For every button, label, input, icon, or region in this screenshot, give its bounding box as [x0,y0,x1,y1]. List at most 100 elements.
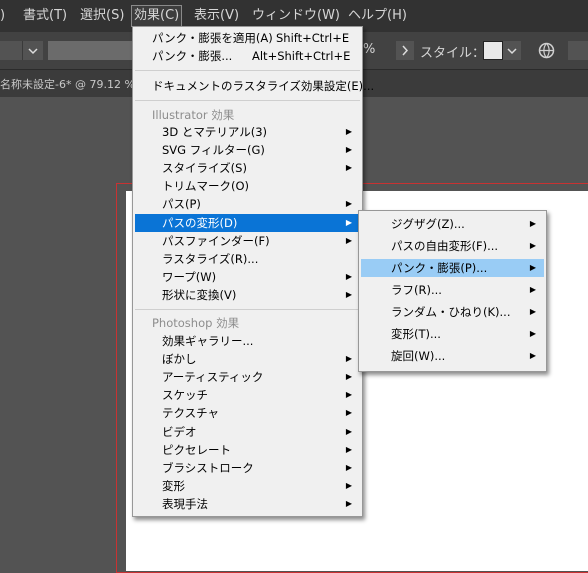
globe-icon[interactable] [538,42,555,59]
shortcut: Alt+Shift+Ctrl+E [252,49,351,63]
menu-separator [135,309,360,310]
menu-item-illustrator-2[interactable]: スタイライズ(S) ▶ [135,159,360,177]
submenu-item-1[interactable]: パスの自由変形(F)... ▶ [361,237,544,255]
menu-window[interactable]: ウィンドウ(W) [250,6,342,26]
submenu-arrow-icon: ▶ [345,199,352,209]
menu-view[interactable]: 表示(V) [192,6,241,26]
menu-item-label: SVG フィルター(G) [162,143,265,158]
submenu-arrow-icon: ▶ [529,329,536,338]
menu-item-label: アーティスティック [162,370,264,385]
menu-help[interactable]: ヘルプ(H) [346,6,409,26]
submenu-arrow-icon: ▶ [345,354,352,364]
menu-item-photoshop-6[interactable]: ピクセレート ▶ [135,441,360,459]
menu-item-photoshop-0[interactable]: 効果ギャラリー... [135,332,360,350]
variable-width-field[interactable] [48,41,132,60]
menu-item-photoshop-2[interactable]: アーティスティック ▶ [135,368,360,386]
stroke-dropdown[interactable] [22,41,43,60]
menu-item-apply-last[interactable]: パンク・膨張を適用(A) Shift+Ctrl+E [135,29,360,47]
submenu-arrow-icon: ▶ [345,145,352,155]
menu-item-label: パンク・膨張(P)... [391,261,488,275]
submenu-arrow-icon: ▶ [529,351,536,360]
document-tab[interactable]: 名称未設定-6* @ 79.12 % [0,76,135,92]
submenu-arrow-icon: ▶ [529,307,536,316]
menu-item-label: パスの自由変形(F)... [391,239,499,253]
menu-effect[interactable]: 効果(C) [131,5,183,27]
menu-item-illustrator-1[interactable]: SVG フィルター(G) ▶ [135,141,360,159]
submenu-item-6[interactable]: 旋回(W)... ▶ [361,347,544,365]
menu-item-illustrator-3[interactable]: トリムマーク(O) [135,177,360,195]
menu-item-label: ラスタライズ(R)... [162,251,259,266]
submenu-arrow-icon: ▶ [345,163,352,173]
chevron-right-icon [402,45,409,56]
chevron-down-icon [28,48,38,55]
menu-type[interactable]: 書式(T) [21,6,69,26]
menu-item-label: 変形 [162,478,185,493]
opacity-arrow-button[interactable] [396,41,414,60]
submenu-arrow-icon: ▶ [345,426,352,436]
style-swatch[interactable] [483,41,503,60]
menu-partial[interactable]: ) [0,6,7,26]
submenu-arrow-icon: ▶ [345,235,352,245]
submenu-item-5[interactable]: 変形(T)... ▶ [361,325,544,343]
menu-item-illustrator-5[interactable]: パスの変形(D) ▶ [135,213,360,232]
submenu-arrow-icon: ▶ [345,289,352,299]
menu-item-photoshop-3[interactable]: スケッチ ▶ [135,386,360,404]
menu-item-label: ピクセレート [162,442,231,457]
submenu-arrow-icon: ▶ [345,462,352,472]
menu-item-label: テクスチャ [162,406,220,421]
menu-item-label: 旋回(W)... [391,349,446,363]
submenu-arrow-icon: ▶ [529,263,536,272]
menu-item-label: ジグザグ(Z)... [391,217,465,231]
submenu-arrow-icon: ▶ [345,498,352,508]
submenu-item-3[interactable]: ラフ(R)... ▶ [361,281,544,299]
distort-transform-submenu: ジグザグ(Z)... ▶ パスの自由変形(F)... ▶ パンク・膨張(P)... ▶ ラフ… [358,210,547,372]
menu-item-photoshop-5[interactable]: ビデオ ▶ [135,423,360,441]
menu-item-illustrator-0[interactable]: 3D とマテリアル(3) ▶ [135,123,360,141]
menu-item-photoshop-9[interactable]: 表現手法 ▶ [135,495,360,513]
style-dropdown[interactable] [503,41,521,60]
menu-item-illustrator-4[interactable]: パス(P) ▶ [135,195,360,213]
submenu-arrow-icon: ▶ [345,127,352,136]
menu-item-photoshop-8[interactable]: 変形 ▶ [135,477,360,495]
submenu-arrow-icon: ▶ [345,271,352,281]
illustrator-effects-section: Illustrator 効果 [152,108,235,122]
menu-item-label: スタイライズ(S) [162,161,247,176]
submenu-item-0[interactable]: ジグザグ(Z)... ▶ [361,215,544,233]
menu-item-label: トリムマーク(O) [162,179,250,194]
transform-field[interactable] [568,41,588,60]
menu-item-illustrator-6[interactable]: パスファインダー(F) ▶ [135,232,360,250]
menu-item-photoshop-4[interactable]: テクスチャ ▶ [135,404,360,422]
submenu-arrow-icon: ▶ [345,480,352,490]
menu-item-label: パスの変形(D) [162,215,238,230]
menu-item-illustrator-8[interactable]: ワープ(W) ▶ [135,268,360,286]
menu-item-photoshop-1[interactable]: ぼかし ▶ [135,350,360,368]
menu-separator [135,70,360,71]
opacity-percent: % [363,42,376,57]
menu-item-label: ラフ(R)... [391,283,442,297]
menu-item-label: 変形(T)... [391,327,441,341]
submenu-item-2[interactable]: パンク・膨張(P)... ▶ [361,259,544,277]
submenu-arrow-icon: ▶ [345,444,352,454]
menu-item-illustrator-9[interactable]: 形状に変換(V) ▶ [135,286,360,304]
submenu-arrow-icon: ▶ [345,372,352,382]
menu-item-label: ワープ(W) [162,269,217,284]
photoshop-effects-section: Photoshop 効果 [152,316,240,330]
menu-item-label: 形状に変換(V) [162,287,237,302]
submenu-item-4[interactable]: ランダム・ひねり(K)... ▶ [361,303,544,321]
menu-item-label: 表現手法 [162,496,208,511]
submenu-arrow-icon: ▶ [345,217,352,227]
menu-item-last-effect[interactable]: パンク・膨張... Alt+Shift+Ctrl+E [135,47,360,65]
menu-item-label: 効果ギャラリー... [162,334,254,348]
submenu-arrow-icon: ▶ [345,390,352,400]
menu-item-photoshop-7[interactable]: ブラシストローク ▶ [135,459,360,477]
menu-item-label: ランダム・ひねり(K)... [391,305,511,319]
menu-item-document-raster-settings[interactable]: ドキュメントのラスタライズ効果設定(E)... [135,77,374,95]
menu-item-illustrator-7[interactable]: ラスタライズ(R)... [135,250,360,268]
menu-item-label: 3D とマテリアル(3) [162,125,268,139]
submenu-arrow-icon: ▶ [529,285,536,294]
shortcut: Shift+Ctrl+E [276,31,350,45]
stroke-field[interactable] [0,41,22,60]
effect-menu: パンク・膨張を適用(A) Shift+Ctrl+E パンク・膨張... Alt+… [132,26,374,517]
menu-select[interactable]: 選択(S) [78,6,126,26]
submenu-arrow-icon: ▶ [529,241,536,250]
